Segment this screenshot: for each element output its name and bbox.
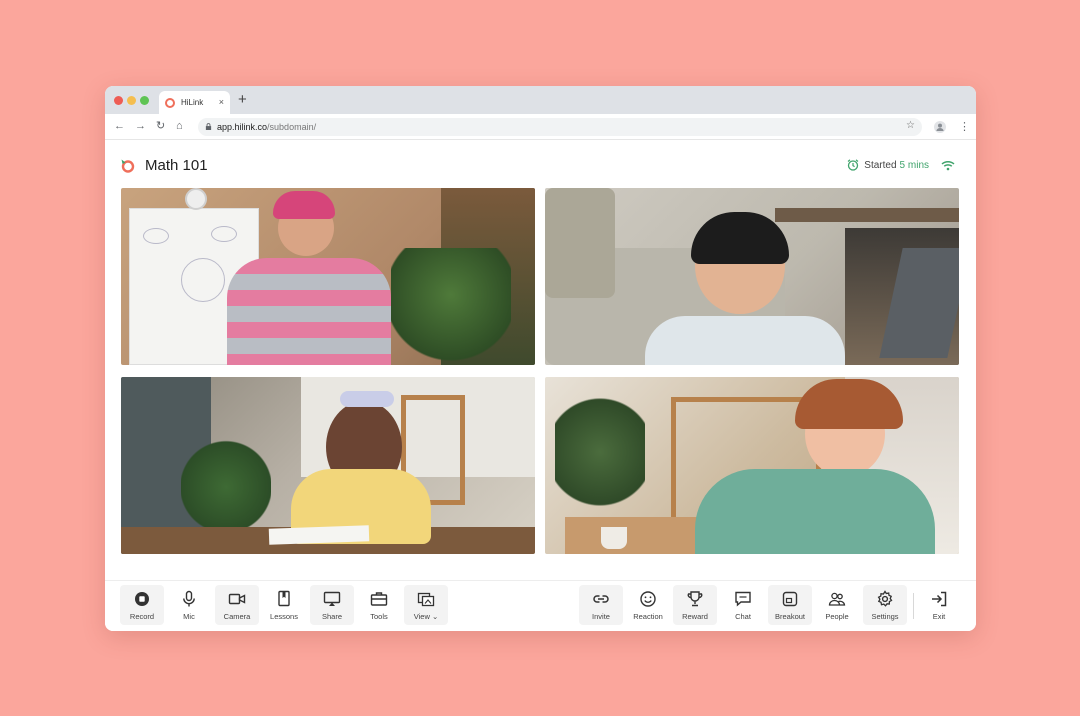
lessons-button[interactable]: Lessons bbox=[262, 585, 306, 625]
video-tile-girl-writing[interactable] bbox=[121, 377, 535, 554]
smiley-icon bbox=[640, 591, 656, 607]
toolbar-divider bbox=[913, 593, 914, 619]
alarm-clock-icon bbox=[847, 159, 859, 171]
mic-button[interactable]: Mic bbox=[167, 585, 211, 625]
record-label: Record bbox=[129, 612, 155, 621]
view-button[interactable]: View ⌄ bbox=[404, 585, 448, 625]
hilink-logo-icon bbox=[121, 159, 135, 173]
record-icon bbox=[135, 592, 149, 606]
settings-label: Settings bbox=[871, 612, 899, 621]
tab-strip: HiLink × + bbox=[105, 86, 976, 114]
camera-label: Camera bbox=[223, 612, 251, 621]
share-label: Share bbox=[321, 612, 342, 621]
bookmark-star-icon[interactable]: ☆ bbox=[906, 120, 915, 131]
chat-bubble-icon bbox=[735, 591, 751, 607]
breakout-rooms-icon bbox=[782, 591, 798, 607]
exit-label: Exit bbox=[932, 612, 946, 621]
people-button[interactable]: People bbox=[815, 585, 859, 625]
forward-arrow-icon[interactable]: → bbox=[135, 119, 146, 133]
people-icon bbox=[828, 592, 846, 606]
browser-window: HiLink × + ← → ↻ ⌂ app.hilink.co/subdoma… bbox=[105, 86, 976, 631]
view-label: View ⌄ bbox=[413, 612, 439, 621]
session-status: Started 5 mins bbox=[847, 159, 960, 171]
maximize-window-button[interactable] bbox=[140, 96, 149, 105]
exit-icon bbox=[932, 591, 947, 607]
share-button[interactable]: Share bbox=[310, 585, 354, 625]
view-layout-icon bbox=[417, 592, 435, 607]
reload-icon[interactable]: ↻ bbox=[156, 119, 165, 133]
invite-button[interactable]: Invite bbox=[579, 585, 623, 625]
record-button[interactable]: Record bbox=[120, 585, 164, 625]
breakout-button[interactable]: Breakout bbox=[768, 585, 812, 625]
invite-label: Invite bbox=[592, 612, 610, 621]
browser-menu-icon[interactable]: ⋮ bbox=[959, 120, 970, 134]
toolbox-icon bbox=[370, 592, 388, 606]
lock-icon bbox=[205, 123, 212, 130]
class-title: Math 101 bbox=[145, 157, 208, 174]
share-screen-icon bbox=[323, 591, 341, 606]
trophy-icon bbox=[687, 591, 703, 607]
chat-label: Chat bbox=[735, 612, 751, 621]
tools-button[interactable]: Tools bbox=[357, 585, 401, 625]
video-tile-teacher[interactable] bbox=[121, 188, 535, 365]
tab-close-icon[interactable]: × bbox=[219, 98, 224, 107]
gear-icon bbox=[877, 590, 893, 607]
link-icon bbox=[593, 595, 609, 603]
people-label: People bbox=[825, 612, 849, 621]
settings-button[interactable]: Settings bbox=[863, 585, 907, 625]
status-time: 5 mins bbox=[899, 159, 929, 171]
home-icon[interactable]: ⌂ bbox=[176, 119, 183, 133]
lessons-icon bbox=[278, 590, 290, 607]
hilink-favicon-icon bbox=[165, 97, 175, 108]
reward-label: Reward bbox=[682, 612, 708, 621]
address-bar[interactable]: app.hilink.co/subdomain/ ☆ bbox=[198, 118, 922, 136]
video-tile-girl-hoodie[interactable] bbox=[545, 377, 959, 554]
new-tab-button[interactable]: + bbox=[238, 92, 247, 108]
browser-tab[interactable]: HiLink × bbox=[159, 91, 230, 114]
camera-icon bbox=[228, 593, 246, 605]
lessons-label: Lessons bbox=[270, 612, 298, 621]
tab-title: HiLink bbox=[181, 98, 204, 107]
close-window-button[interactable] bbox=[114, 96, 123, 105]
status-label: Started bbox=[864, 159, 897, 171]
mic-label: Mic bbox=[183, 612, 195, 621]
reward-button[interactable]: Reward bbox=[673, 585, 717, 625]
back-arrow-icon[interactable]: ← bbox=[114, 119, 125, 133]
url-text: app.hilink.co/subdomain/ bbox=[217, 122, 317, 132]
minimize-window-button[interactable] bbox=[127, 96, 136, 105]
video-tile-boy[interactable] bbox=[545, 188, 959, 365]
navigation-bar: ← → ↻ ⌂ app.hilink.co/subdomain/ ☆ ⋮ bbox=[105, 114, 976, 140]
tools-label: Tools bbox=[370, 612, 388, 621]
chat-button[interactable]: Chat bbox=[721, 585, 765, 625]
breakout-label: Breakout bbox=[774, 612, 806, 621]
mic-icon bbox=[183, 590, 195, 607]
reaction-label: Reaction bbox=[633, 612, 663, 621]
wifi-signal-icon bbox=[941, 160, 955, 170]
reaction-button[interactable]: Reaction bbox=[626, 585, 670, 625]
classroom-toolbar: Record Mic Camera Lessons Share Tools Vi… bbox=[105, 580, 976, 631]
chevron-down-icon: ⌄ bbox=[429, 612, 439, 621]
profile-avatar-icon[interactable] bbox=[934, 121, 946, 133]
exit-button[interactable]: Exit bbox=[917, 585, 961, 625]
camera-button[interactable]: Camera bbox=[215, 585, 259, 625]
